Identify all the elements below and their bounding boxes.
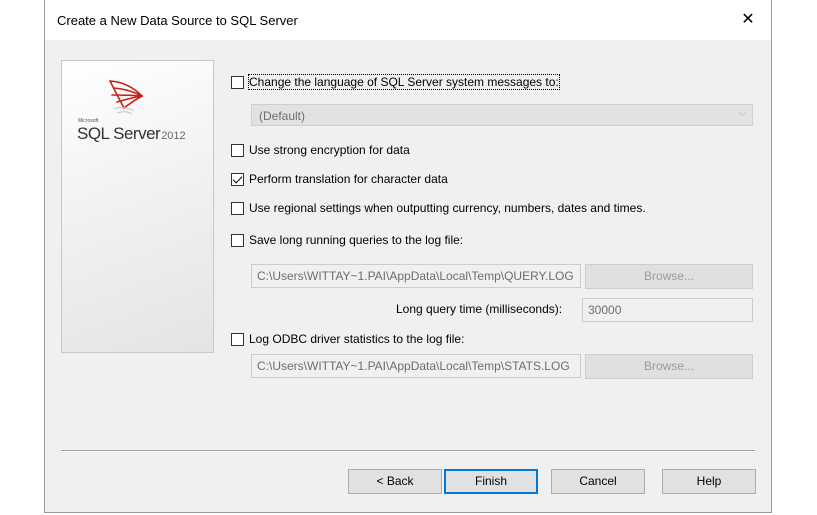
long-query-time-label: Long query time (milliseconds):: [396, 302, 563, 316]
odbc-stats-option[interactable]: Log ODBC driver statistics to the log fi…: [231, 331, 464, 347]
change-language-label: Change the language of SQL Server system…: [248, 74, 560, 90]
save-long-queries-checkbox[interactable]: [231, 233, 244, 247]
dialog-window: Create a New Data Source to SQL Server ✕…: [44, 0, 772, 513]
button-separator: [61, 450, 755, 452]
product-name: SQL Server: [77, 124, 161, 143]
product-version: 2012: [161, 130, 186, 142]
strong-encryption-checkbox[interactable]: [231, 143, 244, 157]
change-language-option[interactable]: Change the language of SQL Server system…: [231, 74, 560, 90]
finish-button[interactable]: Finish: [444, 469, 538, 494]
save-long-queries-label: Save long running queries to the log fil…: [249, 233, 464, 247]
cancel-button[interactable]: Cancel: [551, 469, 645, 494]
language-select[interactable]: (Default) ⌵: [251, 104, 753, 126]
browse-queries-log-button[interactable]: Browse...: [585, 264, 753, 289]
translation-label: Perform translation for character data: [249, 172, 448, 186]
save-long-queries-option[interactable]: Save long running queries to the log fil…: [231, 232, 463, 248]
regional-settings-checkbox[interactable]: [231, 201, 244, 215]
title-bar: Create a New Data Source to SQL Server ✕: [45, 0, 771, 40]
language-select-value: (Default): [259, 109, 306, 123]
change-language-checkbox[interactable]: [231, 75, 244, 89]
translation-checkbox[interactable]: [231, 172, 244, 186]
window-title: Create a New Data Source to SQL Server: [57, 13, 298, 28]
back-button[interactable]: < Back: [348, 469, 442, 494]
strong-encryption-option[interactable]: Use strong encryption for data: [231, 142, 410, 158]
odbc-stats-log-path-input[interactable]: C:\Users\WITTAY~1.PAI\AppData\Local\Temp…: [251, 354, 581, 378]
regional-settings-option[interactable]: Use regional settings when outputting cu…: [231, 200, 646, 216]
help-button[interactable]: Help: [662, 469, 756, 494]
translation-option[interactable]: Perform translation for character data: [231, 171, 448, 187]
odbc-stats-checkbox[interactable]: [231, 332, 244, 346]
chevron-down-icon: ⌵: [738, 108, 746, 119]
regional-settings-label: Use regional settings when outputting cu…: [249, 201, 646, 215]
close-icon[interactable]: ✕: [725, 0, 771, 40]
product-wordmark: SQL Server2012: [77, 124, 186, 144]
sql-server-logo-panel: Microsoft SQL Server2012: [61, 60, 214, 353]
strong-encryption-label: Use strong encryption for data: [249, 143, 410, 157]
browse-stats-log-button[interactable]: Browse...: [585, 354, 753, 379]
long-queries-log-path-input[interactable]: C:\Users\WITTAY~1.PAI\AppData\Local\Temp…: [251, 264, 581, 288]
long-query-time-input[interactable]: 30000: [582, 298, 753, 322]
odbc-stats-label: Log ODBC driver statistics to the log fi…: [249, 332, 465, 346]
